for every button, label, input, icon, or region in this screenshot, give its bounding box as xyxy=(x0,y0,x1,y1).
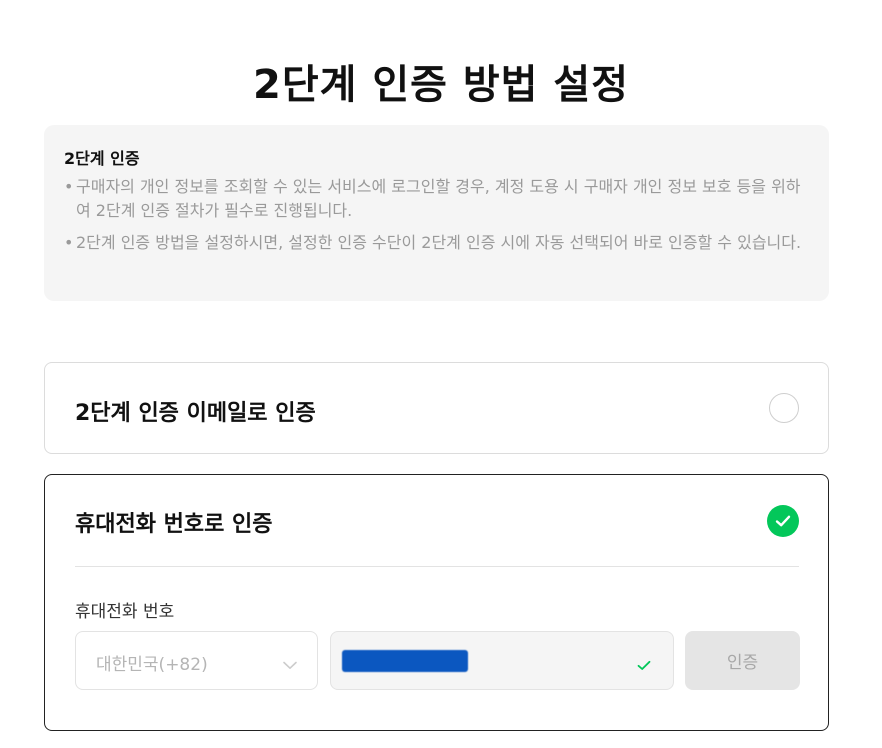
phone-auth-option[interactable]: 휴대전화 번호로 인증 휴대전화 번호 대한민국(+82) 인증 xyxy=(44,474,829,731)
bullet-icon: • xyxy=(64,233,74,252)
phone-auth-option-label: 휴대전화 번호로 인증 xyxy=(75,512,273,537)
country-code-select[interactable]: 대한민국(+82) xyxy=(75,631,318,690)
info-item: • 2단계 인증 방법을 설정하시면, 설정한 인증 수단이 2단계 인증 시에… xyxy=(64,231,809,255)
info-item-text: 2단계 인증 방법을 설정하시면, 설정한 인증 수단이 2단계 인증 시에 자… xyxy=(76,233,802,252)
check-icon xyxy=(637,656,651,675)
info-item: • 구매자의 개인 정보를 조회할 수 있는 서비스에 로그인할 경우, 계정 … xyxy=(64,175,809,223)
check-circle-icon[interactable] xyxy=(767,505,799,537)
bullet-icon: • xyxy=(64,177,74,196)
info-item-text: 구매자의 개인 정보를 조회할 수 있는 서비스에 로그인할 경우, 계정 도용… xyxy=(76,177,801,220)
phone-number-input-wrapper xyxy=(330,631,674,690)
verify-button[interactable]: 인증 xyxy=(685,631,800,690)
divider xyxy=(75,566,799,567)
checkmark-icon xyxy=(775,515,791,527)
page: 2단계 인증 방법 설정 2단계 인증 • 구매자의 개인 정보를 조회할 수 … xyxy=(0,0,882,748)
email-auth-option-label: 2단계 인증 이메일로 인증 xyxy=(75,401,316,426)
country-code-value: 대한민국(+82) xyxy=(96,655,208,675)
phone-number-field-label: 휴대전화 번호 xyxy=(75,602,175,622)
redacted-phone-number xyxy=(342,650,468,672)
info-box: 2단계 인증 • 구매자의 개인 정보를 조회할 수 있는 서비스에 로그인할 … xyxy=(44,125,829,301)
info-heading: 2단계 인증 xyxy=(64,149,140,168)
info-list: • 구매자의 개인 정보를 조회할 수 있는 서비스에 로그인할 경우, 계정 … xyxy=(64,175,809,255)
email-auth-option[interactable]: 2단계 인증 이메일로 인증 xyxy=(44,362,829,454)
radio-unchecked-icon[interactable] xyxy=(769,393,799,423)
chevron-down-icon xyxy=(283,655,297,674)
page-title: 2단계 인증 방법 설정 xyxy=(252,62,629,108)
